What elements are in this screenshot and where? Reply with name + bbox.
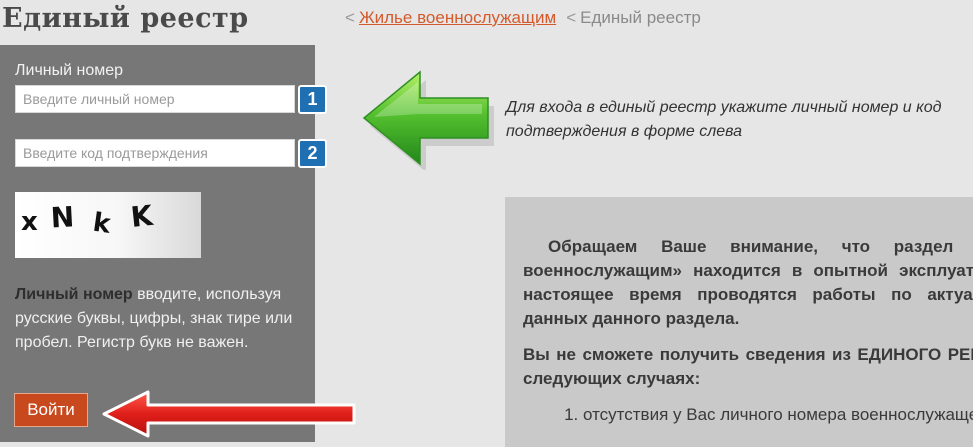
- notice-list: отсутствия у Вас личного номера военносл…: [523, 403, 973, 427]
- captcha-char-3: k: [91, 208, 113, 240]
- personal-number-label: Личный номер: [15, 62, 124, 79]
- green-arrow-left-icon: [362, 70, 494, 170]
- captcha-image: x N k K: [15, 192, 201, 258]
- captcha-char-1: x: [21, 207, 38, 237]
- red-arrow-left-icon: [102, 390, 356, 438]
- hint-bold: Личный номер: [15, 286, 133, 303]
- page-title: Единый реестр: [2, 3, 249, 34]
- login-sidebar: Личный номер 1 2 x N k K Личный номер вв…: [0, 45, 327, 442]
- personal-number-input[interactable]: [15, 85, 295, 113]
- confirmation-code-input[interactable]: [15, 139, 295, 167]
- breadcrumb-link-housing[interactable]: Жилье военнослужащим: [359, 8, 556, 27]
- captcha-char-4: K: [129, 199, 155, 234]
- login-instruction: Для входа в единый реестр укажите личный…: [506, 99, 942, 140]
- notice-paragraph-1: Обращаем Ваше внимание, что раздел «Жиль…: [523, 237, 973, 328]
- captcha-char-2: N: [50, 200, 75, 234]
- breadcrumb-separator: <: [345, 8, 355, 27]
- personal-number-hint: Личный номер вводите, используя русские …: [15, 283, 305, 355]
- notice-paragraph-2: Вы не сможете получить сведения из ЕДИНО…: [523, 345, 973, 388]
- login-button[interactable]: Войти: [14, 393, 88, 427]
- captcha-glyphs: x N k K: [21, 199, 155, 240]
- step-1-badge: 1: [298, 85, 327, 114]
- breadcrumb-separator: <: [566, 8, 577, 27]
- breadcrumb: < Жилье военнослужащим < Единый реестр: [345, 8, 701, 28]
- step-2-badge: 2: [298, 139, 327, 168]
- notice-panel: Обращаем Ваше внимание, что раздел «Жиль…: [505, 197, 973, 447]
- breadcrumb-current: Единый реестр: [580, 8, 701, 27]
- notice-list-item: отсутствия у Вас личного номера военносл…: [583, 403, 973, 427]
